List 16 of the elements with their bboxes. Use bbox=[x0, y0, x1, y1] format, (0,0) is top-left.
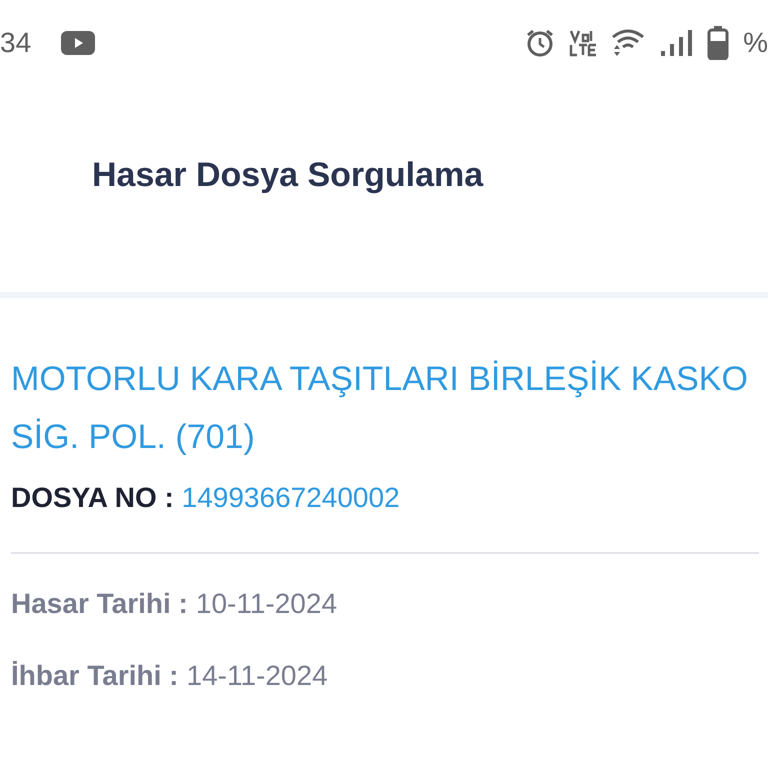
date-value: 14-11-2024 bbox=[186, 659, 328, 693]
battery-icon bbox=[707, 26, 730, 60]
date-value: 10-11-2024 bbox=[196, 587, 338, 621]
battery-percent: % bbox=[743, 29, 768, 57]
wifi-icon bbox=[611, 29, 646, 57]
file-number-label: DOSYA NO : bbox=[11, 482, 174, 513]
clock-time: 34 bbox=[0, 29, 32, 57]
video-play-icon bbox=[61, 31, 96, 55]
policy-name: MOTORLU KARA TAŞITLARI BİRLEŞİK KASKO SİG. POL. (701) bbox=[11, 359, 749, 458]
volte-icon bbox=[569, 29, 598, 57]
file-number: 14993667240002 bbox=[182, 482, 400, 513]
date-label: İhbar Tarihi : bbox=[11, 659, 178, 693]
alarm-icon bbox=[525, 28, 556, 58]
page-title: Hasar Dosya Sorgulama bbox=[92, 155, 484, 196]
date-label: Hasar Tarihi : bbox=[11, 587, 188, 621]
signal-icon bbox=[659, 29, 694, 57]
